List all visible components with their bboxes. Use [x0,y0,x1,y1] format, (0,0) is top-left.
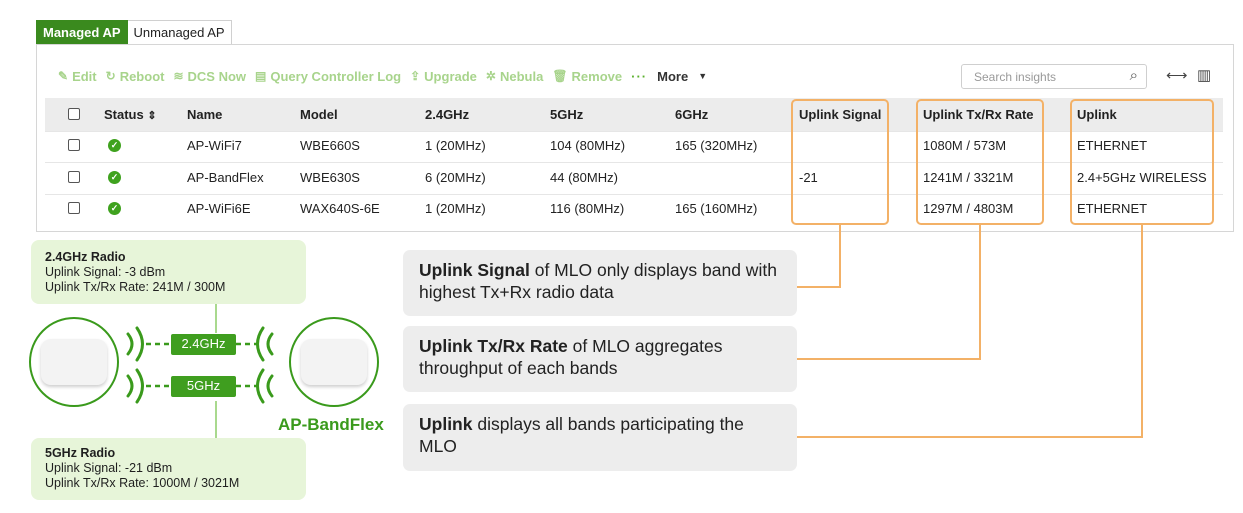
radio-24ghz-title: 2.4GHz Radio [45,250,126,264]
radio-5ghz-info: 5GHz Radio Uplink Signal: -21 dBm Uplink… [31,438,306,500]
radio-5ghz-title: 5GHz Radio [45,446,116,460]
callout-title: Uplink Tx/Rx Rate [419,336,568,356]
radio-5ghz-rate: Uplink Tx/Rx Rate: 1000M / 3021M [45,476,240,490]
callout-uplink: Uplink displays all bands participating … [403,404,797,471]
access-point-icon [41,339,107,385]
radio-24ghz-rate: Uplink Tx/Rx Rate: 241M / 300M [45,280,226,294]
callout-title: Uplink Signal [419,260,530,280]
callout-uplink-signal: Uplink Signal of MLO only displays band … [403,250,797,316]
access-point-left [29,317,119,407]
radio-5ghz-signal: Uplink Signal: -21 dBm [45,461,173,475]
access-point-icon [301,339,367,385]
radio-24ghz-signal: Uplink Signal: -3 dBm [45,265,166,279]
ap-name-label: AP-BandFlex [278,415,384,434]
radio-24ghz-info: 2.4GHz Radio Uplink Signal: -3 dBm Uplin… [31,240,306,304]
callout-title: Uplink [419,414,473,434]
band-24ghz-tag: 2.4GHz [171,334,236,355]
access-point-right [289,317,379,407]
callout-uplink-rate: Uplink Tx/Rx Rate of MLO aggregates thro… [403,326,797,392]
band-5ghz-tag: 5GHz [171,376,236,397]
